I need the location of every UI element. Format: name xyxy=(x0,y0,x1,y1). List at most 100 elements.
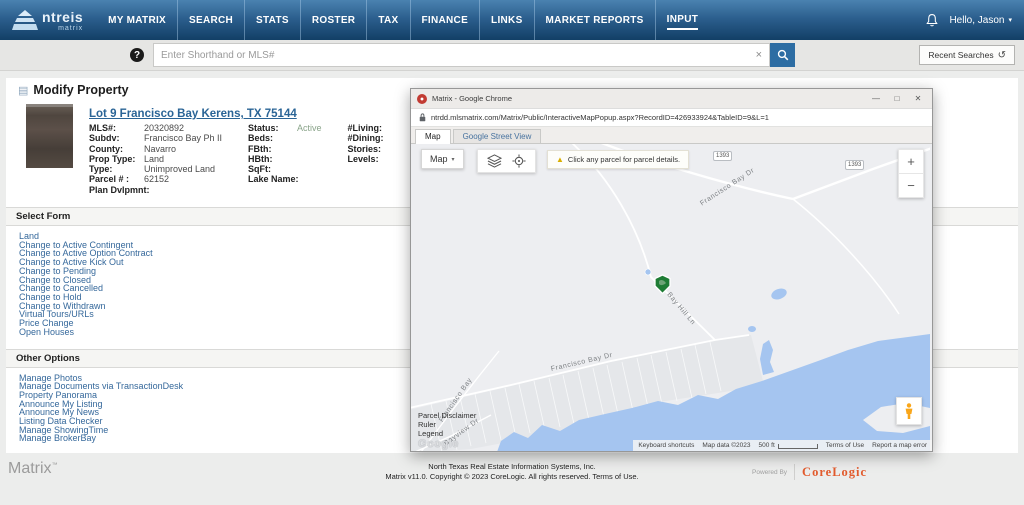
modify-property-icon: ▤ xyxy=(18,84,28,97)
property-detail-row: Lake Name: xyxy=(248,174,322,184)
zoom-out-button[interactable]: − xyxy=(899,174,923,197)
property-details-col1: MLS#: 20320892 Subdv: Francisco Bay Ph I… xyxy=(89,123,222,195)
property-photo-thumbnail[interactable] xyxy=(26,104,73,168)
nav-item[interactable]: LINKS xyxy=(479,0,534,40)
property-detail-row: Prop Type: Land xyxy=(89,154,222,164)
property-address-link[interactable]: Lot 9 Francisco Bay Kerens, TX 75144 xyxy=(89,108,297,120)
property-detail-label: Parcel # : xyxy=(89,174,141,184)
nav-item[interactable]: FINANCE xyxy=(410,0,480,40)
parcel-notice: ▲ Click any parcel for parcel details. xyxy=(547,150,689,169)
lock-icon xyxy=(419,113,426,122)
report-map-error-link[interactable]: Report a map error xyxy=(872,442,927,449)
help-icon[interactable]: ? xyxy=(130,48,144,62)
page-title: Modify Property xyxy=(33,83,128,97)
property-detail-value: Francisco Bay Ph II xyxy=(144,133,222,143)
map-data-copyright: Map data ©2023 xyxy=(702,442,750,449)
maximize-button[interactable]: □ xyxy=(889,94,905,103)
ntreis-pyramid-icon xyxy=(12,9,38,32)
keyboard-shortcuts-link[interactable]: Keyboard shortcuts xyxy=(638,442,694,449)
terms-of-use-link[interactable]: Terms of Use xyxy=(826,442,864,449)
interactive-map[interactable]: Map ▾ ▲ Click any parcel for parcel deta… xyxy=(411,144,932,451)
minimize-button[interactable]: — xyxy=(868,94,884,103)
property-detail-row: MLS#: 20320892 xyxy=(89,123,222,133)
property-details-col2: Status: Active Beds: FBth: HBth: SqFt: L… xyxy=(248,123,322,195)
property-detail-label: HBth: xyxy=(248,154,294,164)
history-icon: ↺ xyxy=(998,50,1006,61)
map-scale: 500 ft xyxy=(759,442,818,449)
speedbar-search: × xyxy=(153,43,770,67)
search-input[interactable] xyxy=(154,50,749,61)
nav-item[interactable]: MARKET REPORTS xyxy=(534,0,655,40)
property-detail-row: #Living: xyxy=(348,123,391,133)
page-url[interactable]: ntrdd.mlsmatrix.com/Matrix/Public/Intera… xyxy=(431,113,769,122)
clear-search-icon[interactable]: × xyxy=(749,49,769,61)
nav-item[interactable]: MY MATRIX xyxy=(97,0,177,40)
property-detail-value: 20320892 xyxy=(144,123,184,133)
road-shield: 1393 xyxy=(845,160,864,170)
nav-item-label: MY MATRIX xyxy=(108,12,166,29)
window-titlebar[interactable]: Matrix - Google Chrome — □ ✕ xyxy=(411,89,932,109)
layers-icon[interactable] xyxy=(487,154,502,168)
map-tool-link[interactable]: Legend xyxy=(418,429,476,438)
footer-line2: Matrix v11.0. Copyright © 2023 CoreLogic… xyxy=(0,472,1024,482)
powered-by-label: Powered By xyxy=(752,469,787,476)
pegman-icon xyxy=(904,403,914,420)
main-menu: MY MATRIX SEARCH STATS ROSTER TAX FINANC… xyxy=(97,0,709,40)
property-detail-row: Plan Dvlpmnt: xyxy=(89,185,222,195)
popup-tab[interactable]: Map xyxy=(415,129,451,144)
nav-item[interactable]: STATS xyxy=(244,0,300,40)
nav-item[interactable]: ROSTER xyxy=(300,0,366,40)
notification-bell-icon[interactable] xyxy=(925,13,939,28)
nav-item-label: SEARCH xyxy=(189,12,233,29)
property-detail-value: 62152 xyxy=(144,174,169,184)
property-detail-row: County: Navarro xyxy=(89,144,222,154)
search-bar-row: ? × Recent Searches ↺ xyxy=(0,40,1024,71)
property-detail-label: Beds: xyxy=(248,133,294,143)
parcel-target-icon[interactable] xyxy=(512,154,526,168)
property-detail-row: HBth: xyxy=(248,154,322,164)
top-navigation: ntreis matrix MY MATRIX SEARCH STATS ROS… xyxy=(0,0,1024,40)
property-details-col3: #Living: #Dining: Stories: Levels: xyxy=(348,123,391,195)
property-detail-label: MLS#: xyxy=(89,123,141,133)
map-layer-controls xyxy=(477,149,536,173)
brand-sub: matrix xyxy=(42,25,83,32)
ntreis-logo[interactable]: ntreis matrix xyxy=(12,9,83,32)
map-tool-link[interactable]: Parcel Disclaimer xyxy=(418,411,476,420)
brand-name: ntreis xyxy=(42,10,83,24)
map-tool-links: Parcel DisclaimerRulerLegend xyxy=(418,411,476,438)
warning-icon: ▲ xyxy=(556,155,564,164)
zoom-in-button[interactable]: + xyxy=(899,150,923,174)
divider xyxy=(794,464,795,480)
property-detail-label: FBth: xyxy=(248,144,294,154)
property-detail-row: Parcel # : 62152 xyxy=(89,174,222,184)
user-greeting: Hello, Jason xyxy=(949,15,1004,26)
corelogic-logo: CoreLogic xyxy=(802,465,867,480)
nav-item-label: INPUT xyxy=(667,11,699,30)
road-shield: 1393 xyxy=(713,151,732,161)
property-detail-label: Levels: xyxy=(348,154,388,164)
property-detail-label: #Living: xyxy=(348,123,388,133)
search-button[interactable] xyxy=(770,43,795,67)
map-type-button[interactable]: Map ▾ xyxy=(421,149,464,169)
property-detail-value: Active xyxy=(297,123,322,133)
recent-searches-button[interactable]: Recent Searches ↺ xyxy=(919,45,1015,65)
close-button[interactable]: ✕ xyxy=(910,94,926,103)
parcel-notice-text: Click any parcel for parcel details. xyxy=(568,155,680,164)
property-detail-label: Type: xyxy=(89,164,141,174)
nav-item-label: FINANCE xyxy=(422,12,469,29)
nav-item-label: TAX xyxy=(378,12,398,29)
property-detail-label: SqFt: xyxy=(248,164,294,174)
nav-item[interactable]: SEARCH xyxy=(177,0,244,40)
nav-item[interactable]: INPUT xyxy=(655,0,710,40)
property-detail-row: Levels: xyxy=(348,154,391,164)
popup-tab[interactable]: Google Street View xyxy=(453,129,542,143)
nav-item[interactable]: TAX xyxy=(366,0,409,40)
pegman-control[interactable] xyxy=(896,397,922,425)
property-detail-label: Prop Type: xyxy=(89,154,141,164)
map-tool-link[interactable]: Ruler xyxy=(418,420,476,429)
nav-item-label: ROSTER xyxy=(312,12,355,29)
window-urlbar: ntrdd.mlsmatrix.com/Matrix/Public/Intera… xyxy=(411,109,932,127)
user-menu[interactable]: Hello, Jason ▾ xyxy=(949,15,1012,26)
property-detail-value: Land xyxy=(144,154,164,164)
search-icon xyxy=(777,49,789,61)
